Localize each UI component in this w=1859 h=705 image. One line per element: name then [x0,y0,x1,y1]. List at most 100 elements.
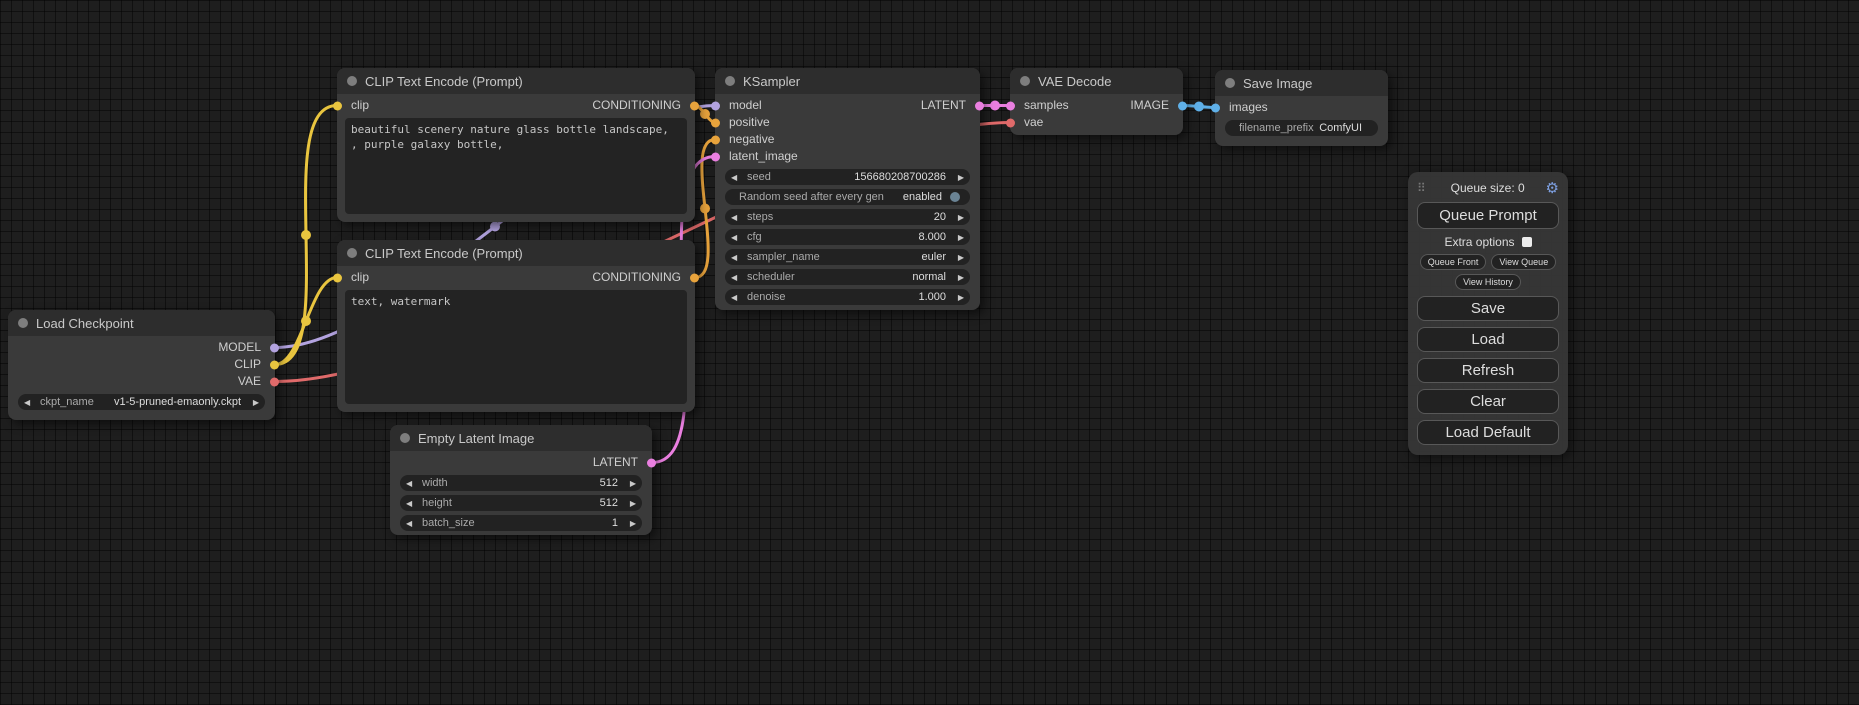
save-button[interactable]: Save [1417,296,1559,321]
view-history-button[interactable]: View History [1455,274,1521,290]
input-port-negative[interactable] [711,135,720,144]
node-title-bar[interactable]: KSampler [715,68,980,94]
decrement-arrow-icon[interactable]: ◀ [731,233,743,242]
collapse-dot-icon[interactable] [400,433,410,443]
widget-width[interactable]: ◀ width 512 ▶ [400,475,642,491]
decrement-arrow-icon[interactable]: ◀ [731,253,743,262]
decrement-arrow-icon[interactable]: ◀ [406,479,418,488]
node-title-bar[interactable]: CLIP Text Encode (Prompt) [337,240,695,266]
node-title-bar[interactable]: Empty Latent Image [390,425,652,451]
node-graph-canvas[interactable]: Load Checkpoint MODEL CLIP VAE ◀ ckpt_na… [0,0,1859,705]
decrement-arrow-icon[interactable]: ◀ [731,213,743,222]
input-port-positive[interactable] [711,118,720,127]
increment-arrow-icon[interactable]: ▶ [624,519,636,528]
decrement-arrow-icon[interactable]: ◀ [731,173,743,182]
settings-gear-icon[interactable]: ⚙ [1546,179,1559,197]
widget-value: 8.000 [762,231,952,243]
node-title-bar[interactable]: CLIP Text Encode (Prompt) [337,68,695,94]
collapse-dot-icon[interactable] [347,248,357,258]
slot-row-images: images [1215,99,1388,116]
increment-arrow-icon[interactable]: ▶ [624,479,636,488]
slot-row-latent-image: latent_image [715,148,980,165]
slot-label-clip: clip [351,97,369,114]
input-port-clip[interactable] [333,273,342,282]
collapse-dot-icon[interactable] [1225,78,1235,88]
collapse-dot-icon[interactable] [18,318,28,328]
widget-filename-prefix[interactable]: filename_prefix ComfyUI [1225,120,1378,136]
widget-value: 512 [452,497,624,509]
increment-arrow-icon[interactable]: ▶ [624,499,636,508]
widget-random-seed-toggle[interactable]: Random seed after every gen enabled [725,189,970,205]
node-title-bar[interactable]: Load Checkpoint [8,310,275,336]
node-vae-decode[interactable]: VAE Decode samples IMAGE vae [1010,68,1183,135]
increment-arrow-icon[interactable]: ▶ [952,233,964,242]
collapse-dot-icon[interactable] [1020,76,1030,86]
decrement-arrow-icon[interactable]: ◀ [731,293,743,302]
increment-arrow-icon[interactable]: ▶ [247,398,259,407]
queue-front-button[interactable]: Queue Front [1420,254,1487,270]
toggle-indicator-icon[interactable] [950,192,960,202]
input-port-latent-image[interactable] [711,152,720,161]
output-port-latent[interactable] [975,101,984,110]
widget-value: 1 [475,517,624,529]
widget-scheduler[interactable]: ◀ scheduler normal ▶ [725,269,970,285]
refresh-button[interactable]: Refresh [1417,358,1559,383]
clear-button[interactable]: Clear [1417,389,1559,414]
load-default-button[interactable]: Load Default [1417,420,1559,445]
widget-label: sampler_name [743,251,820,263]
input-port-model[interactable] [711,101,720,110]
widget-steps[interactable]: ◀ steps 20 ▶ [725,209,970,225]
node-ksampler[interactable]: KSampler model LATENT positive negative … [715,68,980,310]
collapse-dot-icon[interactable] [725,76,735,86]
slot-row-negative: negative [715,131,980,148]
increment-arrow-icon[interactable]: ▶ [952,273,964,282]
node-clip-text-encode-positive[interactable]: CLIP Text Encode (Prompt) clip CONDITION… [337,68,695,222]
decrement-arrow-icon[interactable]: ◀ [24,398,36,407]
widget-denoise[interactable]: ◀ denoise 1.000 ▶ [725,289,970,305]
input-port-images[interactable] [1211,103,1220,112]
widget-cfg[interactable]: ◀ cfg 8.000 ▶ [725,229,970,245]
widget-seed[interactable]: ◀ seed 156680208700286 ▶ [725,169,970,185]
negative-prompt-textarea[interactable]: text, watermark [345,290,687,404]
node-title-bar[interactable]: Save Image [1215,70,1388,96]
slot-label-conditioning: CONDITIONING [592,97,681,114]
increment-arrow-icon[interactable]: ▶ [952,173,964,182]
positive-prompt-textarea[interactable]: beautiful scenery nature glass bottle la… [345,118,687,214]
queue-prompt-button[interactable]: Queue Prompt [1417,202,1559,229]
input-port-vae[interactable] [1006,118,1015,127]
increment-arrow-icon[interactable]: ▶ [952,213,964,222]
increment-arrow-icon[interactable]: ▶ [952,293,964,302]
view-queue-button[interactable]: View Queue [1491,254,1556,270]
output-port-vae[interactable] [270,377,279,386]
node-title-bar[interactable]: VAE Decode [1010,68,1183,94]
input-port-samples[interactable] [1006,101,1015,110]
widget-label: width [418,477,448,489]
drag-handle-icon[interactable]: ⠿ [1417,181,1426,195]
output-port-conditioning[interactable] [690,273,699,282]
output-port-model[interactable] [270,343,279,352]
slot-row-clip-conditioning: clip CONDITIONING [337,269,695,286]
decrement-arrow-icon[interactable]: ◀ [406,499,418,508]
decrement-arrow-icon[interactable]: ◀ [731,273,743,282]
widget-ckpt-name[interactable]: ◀ ckpt_name v1-5-pruned-emaonly.ckpt ▶ [18,394,265,410]
extra-options-checkbox[interactable] [1522,237,1532,247]
widget-height[interactable]: ◀ height 512 ▶ [400,495,642,511]
input-port-clip[interactable] [333,101,342,110]
output-port-latent[interactable] [647,458,656,467]
widget-batch-size[interactable]: ◀ batch_size 1 ▶ [400,515,642,531]
decrement-arrow-icon[interactable]: ◀ [406,519,418,528]
increment-arrow-icon[interactable]: ▶ [952,253,964,262]
load-button[interactable]: Load [1417,327,1559,352]
node-load-checkpoint[interactable]: Load Checkpoint MODEL CLIP VAE ◀ ckpt_na… [8,310,275,420]
node-clip-text-encode-negative[interactable]: CLIP Text Encode (Prompt) clip CONDITION… [337,240,695,412]
output-port-conditioning[interactable] [690,101,699,110]
node-save-image[interactable]: Save Image images filename_prefix ComfyU… [1215,70,1388,146]
output-port-image[interactable] [1178,101,1187,110]
collapse-dot-icon[interactable] [347,76,357,86]
widget-label: scheduler [743,271,795,283]
widget-label: steps [743,211,773,223]
output-port-clip[interactable] [270,360,279,369]
node-empty-latent-image[interactable]: Empty Latent Image LATENT ◀ width 512 ▶ … [390,425,652,535]
slot-label-latent: LATENT [593,455,638,469]
widget-sampler-name[interactable]: ◀ sampler_name euler ▶ [725,249,970,265]
